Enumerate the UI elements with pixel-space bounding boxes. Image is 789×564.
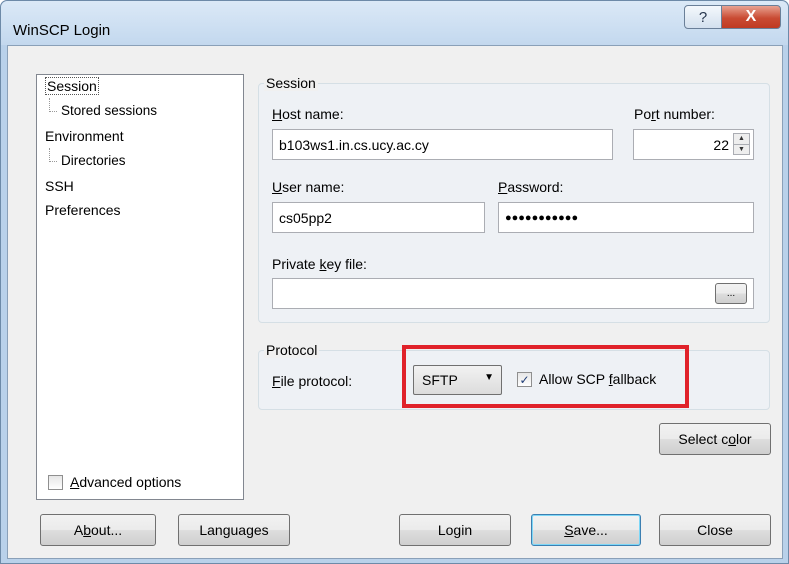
tree-connector	[49, 111, 57, 112]
password-label: Password:	[498, 179, 564, 195]
close-button[interactable]: Close	[659, 514, 771, 546]
close-icon: X	[745, 8, 757, 25]
port-spinner[interactable]: ▲ ▼	[733, 133, 750, 155]
spin-down-icon[interactable]: ▼	[734, 144, 749, 155]
host-name-label: Host name:	[272, 106, 344, 122]
select-color-button[interactable]: Select c o lor	[659, 423, 771, 455]
dialog-client-area: Session Stored sessions Environment Dire…	[7, 45, 783, 559]
tree-connector	[49, 98, 50, 112]
save-button[interactable]: Save...	[531, 514, 641, 546]
tree-item-environment[interactable]: Environment	[45, 128, 124, 144]
spin-up-icon[interactable]: ▲	[734, 134, 749, 144]
tree-item-session[interactable]: Session	[45, 77, 99, 95]
tree-item-preferences[interactable]: Preferences	[45, 202, 120, 218]
highlight-box	[402, 345, 689, 408]
tree-connector	[49, 161, 57, 162]
browse-key-button[interactable]: ...	[715, 283, 747, 304]
port-number-label: Port number:	[634, 106, 715, 122]
languages-button[interactable]: Lan g uages	[178, 514, 290, 546]
session-group-label: Session	[264, 75, 318, 91]
user-name-input[interactable]: cs05pp2	[272, 202, 485, 233]
tree-item-ssh[interactable]: SSH	[45, 178, 74, 194]
host-name-input[interactable]: b103ws1.in.cs.ucy.ac.cy	[272, 129, 613, 160]
help-button[interactable]: ?	[684, 5, 722, 29]
window-close-button[interactable]: X	[721, 5, 781, 29]
password-input[interactable]: ●●●●●●●●●●●	[498, 202, 754, 233]
help-icon: ?	[698, 8, 708, 26]
advanced-options-label[interactable]: Advanced options	[70, 474, 181, 490]
title-bar[interactable]: WinSCP Login ? X	[1, 1, 788, 45]
navigation-tree[interactable]: Session Stored sessions Environment Dire…	[36, 74, 244, 500]
window-title: WinSCP Login	[13, 22, 111, 39]
about-button[interactable]: Ab out...	[40, 514, 156, 546]
tree-item-directories[interactable]: Directories	[61, 153, 126, 168]
tree-item-stored-sessions[interactable]: Stored sessions	[61, 103, 157, 118]
private-key-input[interactable]	[272, 278, 754, 309]
protocol-group-label: Protocol	[264, 342, 320, 358]
user-name-label: User name:	[272, 179, 345, 195]
winscp-login-window: WinSCP Login ? X Session Stored sessions…	[0, 0, 789, 564]
tree-connector	[49, 148, 50, 162]
private-key-label: Private key file:	[272, 256, 367, 272]
login-button[interactable]: Login	[399, 514, 511, 546]
advanced-options-checkbox[interactable]	[48, 475, 63, 490]
file-protocol-label: File protocol:	[272, 373, 353, 389]
